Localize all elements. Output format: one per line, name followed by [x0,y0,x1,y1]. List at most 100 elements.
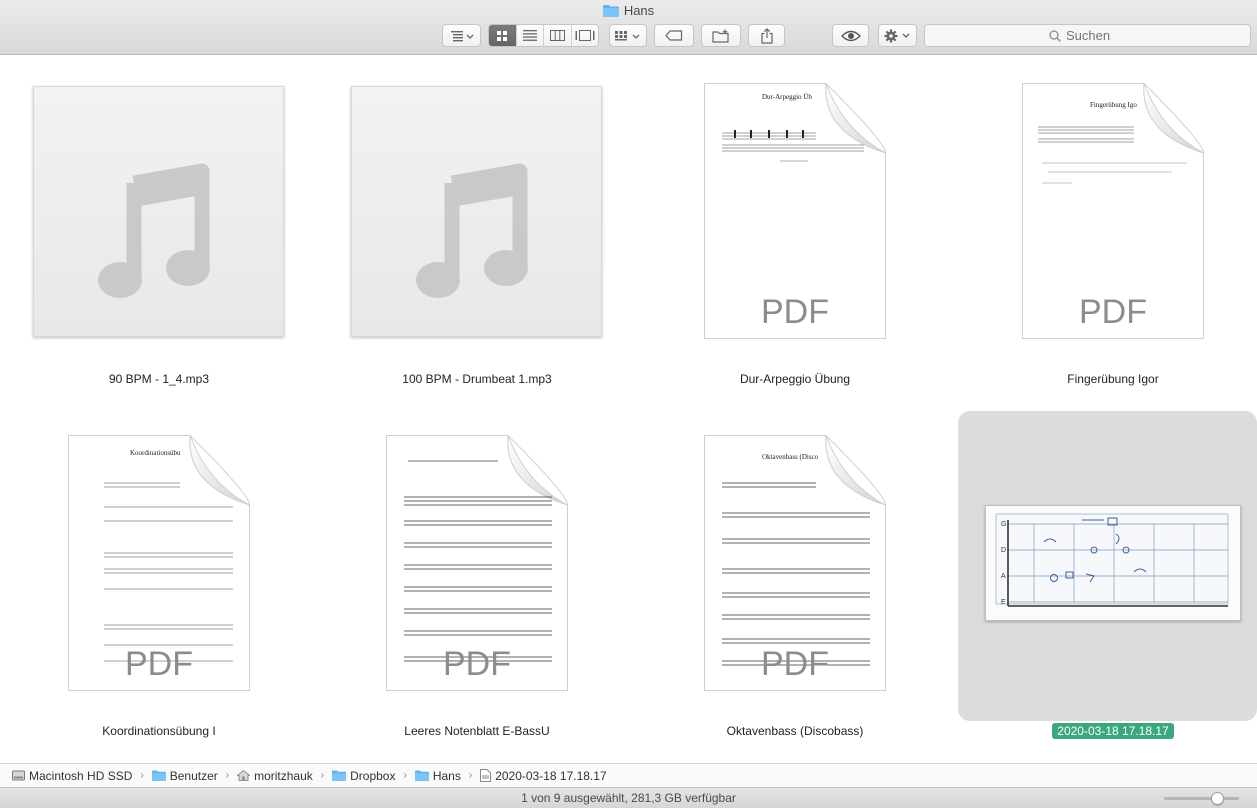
path-item-label: Hans [432,768,461,783]
file-name-text: Koordinationsübung I [102,724,216,738]
list-icon [522,30,537,41]
music-note-icon [98,163,210,298]
file-name-text: Dur-Arpeggio Übung [739,372,851,386]
path-item-hans[interactable]: Hans [414,768,461,783]
pdf-file-thumbnail[interactable]: Dur-Arpeggio Üb PDF [704,83,887,339]
path-item-dropbox[interactable]: Dropbox [332,769,395,783]
fretboard-sketch-image: G D A E [995,513,1229,607]
pdf-file-thumbnail[interactable]: Fingerübung Igo PDF [1022,83,1205,339]
music-note-icon [416,163,528,298]
string-label-a: A [1001,573,1006,580]
file-name[interactable]: Koordinationsübung I [0,724,318,738]
column-view-button[interactable] [544,25,572,46]
pdf-file-thumbnail[interactable]: PDF [386,435,569,691]
path-item-label: 2020-03-18 17.18.17 [495,768,607,783]
list-arrange-icon [450,30,473,41]
file-name-text: Leeres Notenblatt E-BassU [404,724,550,738]
path-item-moritzhauk[interactable]: moritzhauk [237,769,313,783]
file-name[interactable]: 100 BPM - Drumbeat 1.mp3 [318,372,636,386]
gallery-icon [575,30,595,41]
file-name-text: Oktavenbass (Discobass) [726,724,864,738]
tag-button[interactable] [654,24,694,47]
arrange-menu-button[interactable] [442,24,481,47]
path-item-label: moritzhauk [254,768,313,783]
pdf-document-icon: Koordinationsübu PDF [68,435,251,691]
pdf-document-icon: Oktavenbass (Disco PDF [704,435,887,691]
finder-window: Hans Suchen 90 BPM - 1_4.mp3 100 BPM - D… [0,0,1257,808]
file-name[interactable]: 2020-03-18 17.18.17 [954,723,1257,739]
pdf-document-icon: Fingerübung Igo PDF [1022,83,1205,339]
file-name[interactable]: Dur-Arpeggio Übung [636,372,954,386]
pdf-page-title: Koordinationsübu [130,449,181,457]
file-name[interactable]: Fingerübung Igor [954,372,1257,386]
path-bar: Macintosh HD SSD › Benutzer › moritzhauk… [0,763,1257,787]
file-name-text: 2020-03-18 17.18.17 [1052,723,1174,739]
toolbar: Hans [0,0,1257,55]
share-button[interactable] [748,24,785,47]
icon-size-slider[interactable] [1164,792,1239,805]
search-input[interactable] [1066,28,1126,43]
image-file-thumbnail[interactable]: G D A E [985,505,1241,621]
audio-file-thumbnail[interactable] [351,86,602,337]
home-icon [237,770,251,781]
file-name[interactable]: 90 BPM - 1_4.mp3 [0,372,318,386]
pdf-badge: PDF [761,645,829,683]
gallery-view-button[interactable] [572,25,599,46]
search-field[interactable] [924,24,1251,47]
share-icon [760,27,773,44]
pdf-document-icon: PDF [386,435,569,691]
string-label-d: D [1001,547,1006,554]
chevron-right-icon: › [468,770,473,781]
chevron-right-icon: › [403,770,407,781]
chevron-right-icon: › [225,770,230,781]
new-folder-button[interactable] [701,24,741,47]
pdf-badge: PDF [443,645,511,683]
file-icon [480,769,492,782]
pdf-page-title: Fingerübung Igo [1090,101,1137,109]
audio-file-thumbnail[interactable] [33,86,284,337]
string-label-e: E [1001,599,1006,606]
file-name-text: 100 BPM - Drumbeat 1.mp3 [402,372,552,386]
pdf-document-icon: Dur-Arpeggio Üb PDF [704,83,887,339]
quicklook-button[interactable] [832,24,869,47]
search-icon [1049,29,1061,42]
slider-knob[interactable] [1211,792,1224,805]
eye-icon [840,30,861,41]
chevron-right-icon: › [140,770,144,781]
path-item-benutzer[interactable]: Benutzer [151,768,218,783]
path-item-label: Benutzer [169,768,218,783]
pdf-badge: PDF [1079,293,1147,331]
file-name[interactable]: Oktavenbass (Discobass) [636,724,954,738]
columns-icon [549,30,565,41]
window-title: Hans [0,3,1257,18]
new-folder-icon [712,29,729,43]
pdf-page-title: Dur-Arpeggio Üb [762,93,812,101]
path-item-file[interactable]: 2020-03-18 17.18.17 [480,768,607,783]
tag-icon [665,30,683,41]
status-bar: 1 von 9 ausgewählt, 281,3 GB verfügbar [0,787,1257,808]
pdf-page-title: Oktavenbass (Disco [762,453,819,461]
group-icon [615,30,640,40]
list-view-button[interactable] [517,25,544,46]
path-item-label: Macintosh HD SSD [29,768,133,783]
pdf-badge: PDF [761,293,829,331]
group-menu-button[interactable] [609,24,647,47]
path-item-label: Dropbox [350,768,396,783]
action-menu-button[interactable] [878,24,917,47]
file-name-text: 90 BPM - 1_4.mp3 [108,372,210,386]
window-title-text: Hans [623,3,655,18]
folder-icon [602,5,619,17]
gear-icon [884,29,909,42]
view-mode-segmented-control [488,24,599,47]
pdf-file-thumbnail[interactable]: Oktavenbass (Disco PDF [704,435,887,691]
file-name[interactable]: Leeres Notenblatt E-BassU [318,724,636,738]
chevron-right-icon: › [320,770,325,781]
file-name-text: Fingerübung Igor [1067,372,1159,386]
harddrive-icon [12,770,25,781]
folder-icon [332,770,347,781]
path-item-macintosh-hd[interactable]: Macintosh HD SSD [12,769,132,783]
grid-icon [497,30,508,41]
pdf-file-thumbnail[interactable]: Koordinationsübu PDF [68,435,251,691]
icon-grid: 90 BPM - 1_4.mp3 100 BPM - Drumbeat 1.mp… [0,56,1257,762]
icon-view-button[interactable] [489,25,517,46]
